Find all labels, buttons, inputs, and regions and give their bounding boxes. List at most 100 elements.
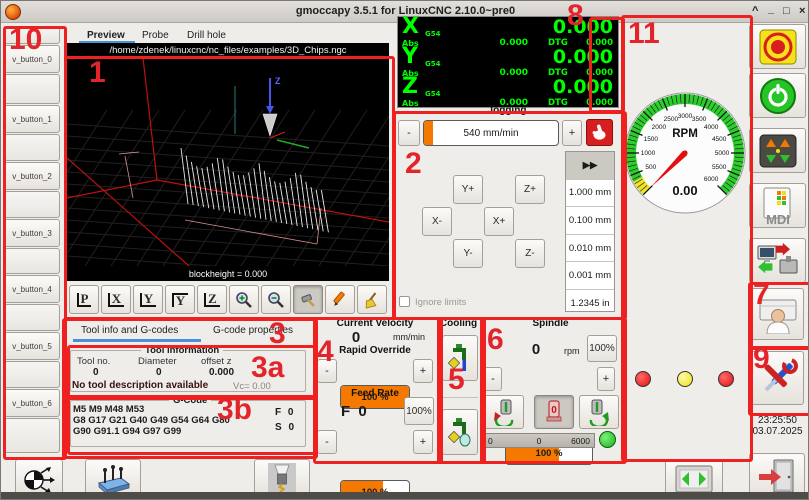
increment-item[interactable]: 0.010 mm [566,235,614,263]
spindle-tool-icon [264,462,300,496]
gremlin-preview-pane[interactable]: /home/zdenek/linuxcnc/nc_files/examples/… [67,43,389,281]
bottom-status-strip [1,492,809,500]
user-tabs-button[interactable] [751,288,804,340]
svg-text:2000: 2000 [652,124,667,131]
abs-value: 0.000 [478,38,528,48]
s-word: S 0 [275,422,296,433]
sidebar-vbutton-3[interactable]: v_button_3 [4,219,60,247]
mdi-mode-button[interactable]: MDI [749,183,806,228]
coord-system: G54 [425,30,441,38]
sidebar-empty-slot[interactable] [4,361,60,388]
spindle-stop-button[interactable]: 0 [534,395,574,429]
touch-plate-icon [93,463,133,495]
settings-button[interactable] [751,351,804,405]
estop-button[interactable] [749,24,806,69]
feed-100-percent-button[interactable]: 100% [404,397,434,425]
manual-mode-button[interactable] [749,128,806,173]
view-z-button[interactable]: Z [197,285,227,314]
sidebar-vbutton-1[interactable]: v_button_1 [4,105,60,133]
jog-speed-slider[interactable]: 540 mm/min [423,120,559,146]
jog-speed-plus-button[interactable]: + [562,120,582,146]
shade-window-button[interactable]: ^ [752,5,758,17]
hand-jog-button[interactable] [586,119,613,146]
sidebar-empty-slot[interactable] [4,74,60,104]
zoom-in-icon [235,291,253,309]
spindle-100-percent-button[interactable]: 100% [587,335,617,362]
increment-item[interactable]: 0.001 mm [566,262,614,290]
sidebar-empty-slot[interactable] [4,26,60,44]
jog-z-plus-button[interactable]: Z+ [515,175,545,204]
flood-coolant-button[interactable] [442,335,478,381]
dro-axis-y[interactable]: Y G54 Abs 0.000 DTG 0.000 0.000 [398,48,618,78]
tab-drill-hole[interactable]: Drill hole [187,30,226,41]
svg-text:6000: 6000 [704,176,719,183]
rapid-plus-button[interactable]: + [413,359,433,383]
sidebar-vbutton-6[interactable]: v_button_6 [4,389,60,417]
jog-z-minus-button[interactable]: Z- [515,239,545,268]
jog-speed-minus-button[interactable]: - [398,120,420,146]
sidebar-empty-slot[interactable] [4,418,60,453]
spindle-cw-button[interactable] [579,395,619,429]
sidebar-empty-slot[interactable] [4,304,60,331]
mist-coolant-button[interactable] [442,409,478,455]
clock-date: 03.07.2025 [749,426,806,437]
spindle-plus-button[interactable]: + [597,367,615,391]
tab-gcode-properties[interactable]: G-code properties [213,325,293,336]
main-value: 0.000 [553,77,613,98]
close-button[interactable]: × [799,5,805,17]
feed-plus-button[interactable]: + [413,430,433,454]
jog-y-plus-button[interactable]: Y+ [453,175,483,204]
sidebar-vbutton-5[interactable]: v_button_5 [4,332,60,360]
machine-on-button[interactable] [749,73,806,118]
view-y2-button[interactable]: Y [165,285,195,314]
view-y2-letter: Y [172,293,188,307]
sidebar-empty-slot[interactable] [4,191,60,218]
ignore-limits-checkbox[interactable] [399,296,410,307]
dro-axis-x[interactable]: X G54 Abs 0.000 DTG 0.000 0.000 [398,18,618,48]
jog-x-minus-button[interactable]: X- [422,207,452,236]
zoom-out-button[interactable] [261,285,291,314]
spindle-ccw-button[interactable] [484,395,524,429]
sidebar-vbutton-2[interactable]: v_button_2 [4,162,60,190]
sidebar-empty-slot[interactable] [4,134,60,161]
svg-text:3500: 3500 [692,116,707,123]
increment-continuous[interactable]: ▶▶ [566,152,614,180]
rapid-minus-button[interactable]: - [317,359,337,383]
diameter-header: Diameter [138,356,177,367]
zoom-in-button[interactable] [229,285,259,314]
sidebar-vbutton-0[interactable]: v_button_0 [4,45,60,73]
vc-value: Vc= 0.00 [233,381,271,392]
touch-off-icon [22,464,56,494]
maximize-button[interactable]: □ [783,5,790,17]
increment-item[interactable]: 1.000 mm [566,180,614,208]
view-x-button[interactable]: X [101,285,131,314]
show-dimensions-button[interactable] [293,285,323,314]
view-perspective-button[interactable]: P [69,285,99,314]
clear-plot-button[interactable] [357,285,387,314]
minimize-button[interactable]: _ [768,3,774,15]
jog-y-minus-button[interactable]: Y- [453,239,483,268]
increment-item[interactable]: 0.100 mm [566,207,614,235]
tab-probe[interactable]: Probe [142,30,169,41]
view-y-letter: Y [140,293,156,307]
jog-x-plus-button[interactable]: X+ [484,207,514,236]
increment-item[interactable]: 1.2345 in [566,290,614,317]
spindle-minus-button[interactable]: - [484,367,502,391]
main-value: 0.000 [553,17,613,38]
feed-minus-button[interactable]: - [317,430,337,454]
loaded-file-path: /home/zdenek/linuxcnc/nc_files/examples/… [67,45,389,56]
edit-gcode-button[interactable] [325,285,355,314]
sidebar-empty-slot[interactable] [4,248,60,274]
dro-axis-z[interactable]: Z G54 Abs 0.000 DTG 0.000 0.000 [398,78,618,108]
view-y-button[interactable]: Y [133,285,163,314]
sidebar-vbutton-4[interactable]: v_button_4 [4,275,60,303]
exit-door-icon [757,458,797,494]
active-gcodes-2: G90 G91.1 G94 G97 G99 [73,426,181,437]
gremlin-3d-view[interactable]: Z [67,58,389,266]
svg-text:5000: 5000 [715,150,730,157]
dro-panel[interactable]: X G54 Abs 0.000 DTG 0.000 0.000 Y G54 Ab… [397,16,619,108]
tab-preview[interactable]: Preview [87,30,125,41]
auto-mode-button[interactable] [749,238,806,283]
tab-tool-info[interactable]: Tool info and G-codes [81,325,178,336]
spindle-cw-icon [583,398,615,426]
